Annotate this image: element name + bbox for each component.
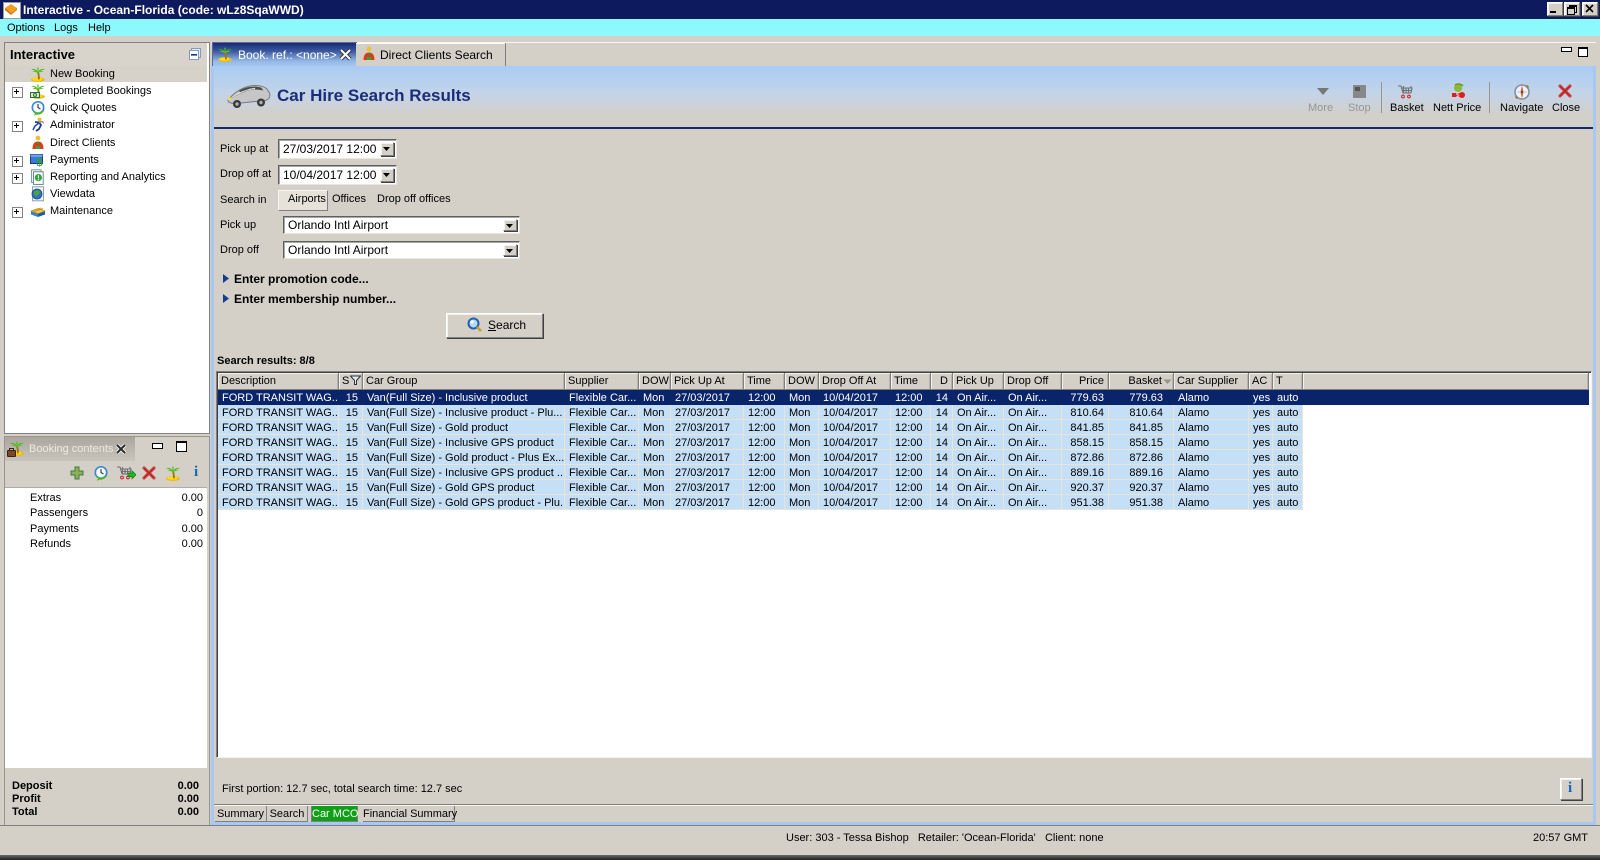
svg-text:$: $ [36,154,43,168]
